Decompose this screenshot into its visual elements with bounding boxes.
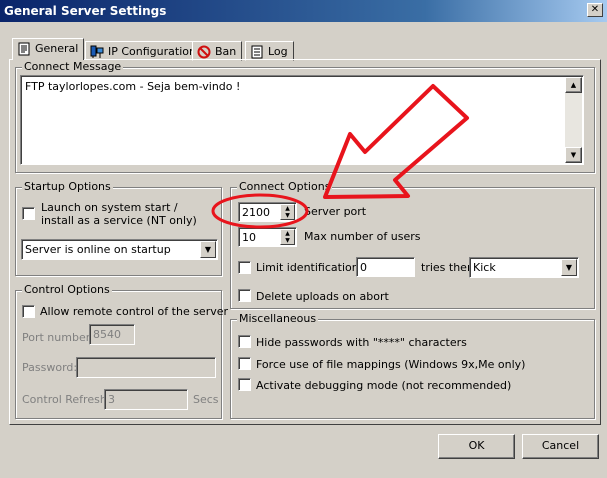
tab-log[interactable]: Log bbox=[245, 41, 294, 61]
server-port-label: Server port bbox=[304, 205, 367, 218]
launch-on-startup-label-line1: Launch on system start / bbox=[41, 201, 178, 214]
close-button[interactable]: ✕ bbox=[587, 3, 603, 17]
max-users-spinner[interactable]: ▲ ▼ bbox=[280, 229, 295, 245]
delete-uploads-label: Delete uploads on abort bbox=[256, 290, 389, 303]
max-users-input[interactable]: 10 ▲ ▼ bbox=[238, 227, 297, 247]
port-number-label: Port number: bbox=[22, 331, 94, 344]
startup-mode-select[interactable]: Server is online on startup ▼ bbox=[21, 239, 218, 260]
window-title: General Server Settings bbox=[4, 4, 167, 18]
allow-remote-control-checkbox[interactable] bbox=[22, 305, 35, 318]
control-password-input[interactable] bbox=[76, 357, 216, 378]
network-computer-icon bbox=[90, 45, 104, 59]
title-bar: General Server Settings ✕ bbox=[0, 0, 607, 22]
ban-icon bbox=[197, 45, 211, 59]
control-refresh-value: 3 bbox=[108, 393, 115, 406]
spin-down-icon[interactable]: ▼ bbox=[281, 212, 294, 219]
tries-action-select[interactable]: Kick ▼ bbox=[469, 257, 579, 278]
document-icon bbox=[17, 42, 31, 56]
tab-ban-label: Ban bbox=[215, 45, 237, 58]
force-file-mappings-checkbox[interactable] bbox=[238, 357, 251, 370]
tab-general-label: General bbox=[35, 42, 79, 55]
launch-on-startup-checkbox[interactable] bbox=[22, 207, 35, 220]
chevron-down-icon[interactable]: ▼ bbox=[561, 259, 577, 276]
debug-mode-label: Activate debugging mode (not recommended… bbox=[256, 379, 512, 392]
spin-up-icon[interactable]: ▲ bbox=[281, 205, 294, 212]
connect-options-label: Connect Options bbox=[237, 180, 333, 193]
close-icon: ✕ bbox=[590, 4, 600, 15]
cancel-button-label: Cancel bbox=[541, 439, 580, 452]
server-port-input[interactable]: 2100 ▲ ▼ bbox=[238, 202, 297, 222]
connect-message-textarea[interactable]: FTP taylorlopes.com - Seja bem-vindo ! bbox=[20, 75, 584, 165]
allow-remote-control-label: Allow remote control of the server bbox=[40, 305, 229, 318]
limit-identification-value: 0 bbox=[360, 261, 367, 274]
notepad-icon bbox=[250, 45, 264, 59]
vertical-scrollbar[interactable]: ▲ ▼ bbox=[565, 77, 582, 163]
chevron-down-icon[interactable]: ▼ bbox=[200, 241, 216, 258]
control-refresh-unit: Secs bbox=[193, 393, 219, 406]
connect-message-text: FTP taylorlopes.com - Seja bem-vindo ! bbox=[25, 80, 241, 93]
control-options-label: Control Options bbox=[22, 283, 112, 296]
tries-action-value: Kick bbox=[473, 261, 496, 274]
tries-then-label: tries then bbox=[421, 261, 474, 274]
scroll-down-button[interactable]: ▼ bbox=[565, 147, 582, 163]
ok-button[interactable]: OK bbox=[438, 434, 515, 459]
tab-ip-configuration[interactable]: IP Configuration bbox=[85, 41, 202, 61]
tab-log-label: Log bbox=[268, 45, 288, 58]
cancel-button[interactable]: Cancel bbox=[522, 434, 599, 459]
control-port-input[interactable]: 8540 bbox=[89, 324, 135, 345]
startup-mode-value: Server is online on startup bbox=[25, 243, 171, 256]
scroll-up-button[interactable]: ▲ bbox=[565, 77, 582, 93]
debug-mode-checkbox[interactable] bbox=[238, 378, 251, 391]
miscellaneous-label: Miscellaneous bbox=[237, 312, 319, 325]
control-refresh-label: Control Refresh: bbox=[22, 393, 111, 406]
connect-message-label: Connect Message bbox=[22, 60, 124, 73]
launch-on-startup-label-line2: install as a service (NT only) bbox=[41, 214, 197, 227]
delete-uploads-checkbox[interactable] bbox=[238, 289, 251, 302]
server-port-value: 2100 bbox=[242, 206, 270, 219]
hide-passwords-checkbox[interactable] bbox=[238, 335, 251, 348]
tab-ip-configuration-label: IP Configuration bbox=[108, 45, 196, 58]
force-file-mappings-label: Force use of file mappings (Windows 9x,M… bbox=[256, 358, 526, 371]
control-port-value: 8540 bbox=[93, 328, 121, 341]
spin-up-icon[interactable]: ▲ bbox=[281, 230, 294, 237]
max-users-label: Max number of users bbox=[304, 230, 421, 243]
limit-identification-input[interactable]: 0 bbox=[356, 257, 415, 277]
server-port-spinner[interactable]: ▲ ▼ bbox=[280, 204, 295, 220]
tab-ban[interactable]: Ban bbox=[192, 41, 243, 61]
password-label: Password: bbox=[22, 361, 78, 374]
tab-general[interactable]: General bbox=[12, 38, 85, 60]
ok-button-label: OK bbox=[468, 439, 485, 452]
max-users-value: 10 bbox=[242, 231, 256, 244]
startup-options-label: Startup Options bbox=[22, 180, 113, 193]
hide-passwords-label: Hide passwords with "****" characters bbox=[256, 336, 467, 349]
limit-identification-checkbox[interactable] bbox=[238, 261, 251, 274]
control-refresh-input[interactable]: 3 bbox=[104, 389, 188, 410]
spin-down-icon[interactable]: ▼ bbox=[281, 237, 294, 244]
